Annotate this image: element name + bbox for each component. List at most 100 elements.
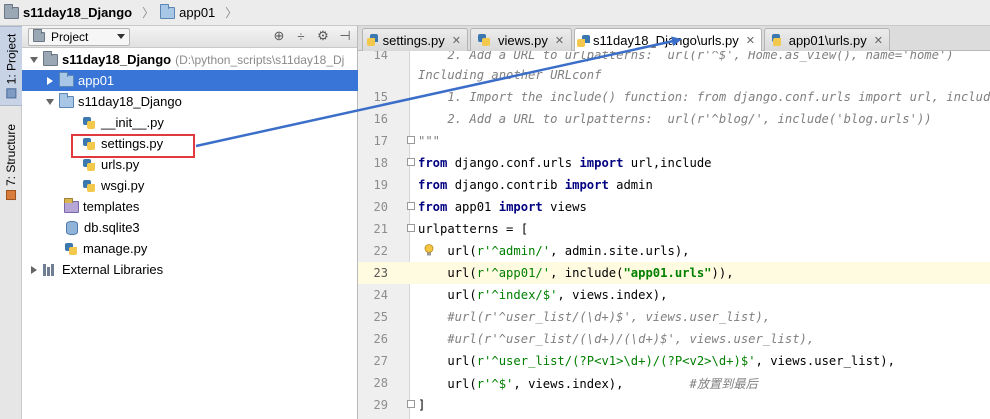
fold-marker-icon[interactable] — [407, 400, 415, 408]
tree-item-label: urls.py — [101, 157, 140, 172]
folder-icon — [160, 3, 176, 19]
tree-item-manage-py[interactable]: manage.py — [22, 238, 358, 259]
hide-panel-icon[interactable]: ⊣ — [337, 28, 353, 44]
line-number: 18 — [373, 156, 388, 170]
close-icon[interactable]: ✕ — [555, 34, 564, 47]
project-view-label: Project — [51, 29, 89, 44]
tab-structure-tool-window[interactable]: 7: Structure — [0, 116, 22, 208]
code-line: 24 url(r'^index/$', views.index), — [358, 284, 990, 306]
line-number: 23 — [373, 266, 388, 280]
code-text: Including another URLconf — [418, 68, 602, 82]
tree-item-wsgi-py[interactable]: wsgi.py — [22, 175, 358, 196]
breadcrumb-separator-icon: 〉 — [225, 6, 238, 20]
close-icon[interactable]: ✕ — [746, 34, 755, 47]
project-icon — [6, 88, 17, 99]
tree-item-project-root[interactable]: s11day18_Django (D:\python_scripts\s11da… — [22, 49, 358, 70]
tree-item-app01[interactable]: app01 — [22, 70, 358, 91]
tree-item-db-sqlite3[interactable]: db.sqlite3 — [22, 217, 358, 238]
line-number: 22 — [373, 244, 388, 258]
tree-item-label: db.sqlite3 — [84, 220, 140, 235]
code-line: 22 url(r'^admin/', admin.site.urls), — [358, 240, 990, 262]
breadcrumb-label: s11day18_Django — [23, 5, 133, 20]
editor-tab-bar: settings.py ✕ views.py ✕ s11day18_Django… — [358, 26, 990, 52]
code-text: #url(r'^user_list/(\d+)/(\d+)$', views.u… — [418, 332, 815, 346]
code-line: Including another URLconf — [358, 64, 990, 86]
tab-label: app01\urls.py — [788, 32, 867, 48]
close-icon[interactable]: ✕ — [452, 34, 461, 47]
collapse-all-icon[interactable]: ÷ — [293, 28, 309, 44]
tree-item-external-libraries[interactable]: External Libraries — [22, 259, 358, 280]
breadcrumb-separator-icon: 〉 — [142, 6, 155, 20]
line-number: 20 — [373, 200, 388, 214]
line-number: 14 — [373, 51, 388, 62]
tree-item-label: manage.py — [83, 241, 148, 256]
code-text: from django.conf.urls import url,include — [418, 156, 712, 170]
tab-label: s11day18_Django\urls.py — [593, 33, 739, 48]
project-folder-icon — [4, 3, 19, 19]
line-number: 15 — [373, 90, 388, 104]
line-number: 28 — [373, 376, 388, 390]
code-editor[interactable]: 14 2. Add a URL to urlpatterns: url(r'^$… — [358, 51, 990, 419]
code-line: 18 from django.conf.urls import url,incl… — [358, 152, 990, 174]
scroll-from-source-icon[interactable]: ⊕ — [271, 28, 287, 44]
python-file-icon — [771, 33, 782, 47]
project-view-selector[interactable]: Project — [28, 27, 130, 46]
expand-arrow-icon[interactable] — [44, 96, 56, 108]
gear-icon[interactable]: ⚙ — [315, 28, 331, 44]
python-file-icon — [64, 242, 78, 256]
tab-project-urls-py[interactable]: s11day18_Django\urls.py ✕ — [574, 28, 762, 52]
line-number: 27 — [373, 354, 388, 368]
code-text: url(r'^index/$', views.index), — [418, 288, 668, 302]
fold-marker-icon[interactable] — [407, 202, 415, 210]
python-file-icon — [82, 116, 96, 130]
tree-item-init-py[interactable]: __init__.py — [22, 112, 358, 133]
expand-arrow-icon[interactable] — [28, 264, 40, 276]
fold-marker-icon[interactable] — [407, 158, 415, 166]
line-number: 24 — [373, 288, 388, 302]
code-text: 2. Add a URL to urlpatterns: url(r'^blog… — [418, 112, 932, 126]
side-tab-label: 7: Structure — [4, 123, 18, 187]
python-file-icon — [82, 158, 96, 172]
folder-icon — [64, 197, 79, 213]
close-icon[interactable]: ✕ — [874, 34, 883, 47]
line-number: 16 — [373, 112, 388, 126]
line-number: 21 — [373, 222, 388, 236]
tab-label: settings.py — [382, 32, 445, 48]
line-number: 29 — [373, 398, 388, 412]
tab-app01-urls-py[interactable]: app01\urls.py ✕ — [764, 28, 890, 51]
folder-icon — [59, 92, 74, 108]
breadcrumb-item-app01[interactable]: app01 — [160, 3, 215, 20]
fold-marker-icon[interactable] — [407, 224, 415, 232]
tree-item-templates[interactable]: templates — [22, 196, 358, 217]
project-folder-icon — [43, 50, 58, 66]
code-line: 19 from django.contrib import admin — [358, 174, 990, 196]
tree-item-label: templates — [83, 199, 140, 214]
code-text: url(r'^user_list/(?P<v1>\d+)/(?P<v2>\d+)… — [418, 354, 895, 368]
tab-settings-py[interactable]: settings.py ✕ — [362, 28, 468, 51]
expand-arrow-icon[interactable] — [44, 75, 56, 87]
code-text: #url(r'^user_list/(\d+)$', views.user_li… — [418, 310, 771, 324]
tree-item-label: s11day18_Django — [62, 52, 172, 67]
project-panel-header: Project ⊕ ÷ ⚙ ⊣ — [22, 26, 357, 48]
line-number: 25 — [373, 310, 388, 324]
tab-project-tool-window[interactable]: 1: Project — [0, 26, 22, 106]
tab-views-py[interactable]: views.py ✕ — [470, 28, 572, 51]
fold-marker-icon[interactable] — [407, 136, 415, 144]
breadcrumb-item-project[interactable]: s11day18_Django — [4, 3, 133, 20]
tool-window-strip: 1: Project 7: Structure — [0, 26, 22, 419]
code-text: 1. Import the include() function: from d… — [418, 90, 990, 104]
code-line: 28 url(r'^$', views.index), #放置到最后 — [358, 372, 990, 394]
line-number: 26 — [373, 332, 388, 346]
python-file-icon — [82, 179, 96, 193]
code-line: 21 urlpatterns = [ — [358, 218, 990, 240]
database-icon — [66, 220, 78, 235]
python-file-icon — [477, 33, 491, 47]
chevron-down-icon — [117, 34, 125, 39]
code-line: 17 """ — [358, 130, 990, 152]
code-text: """ — [418, 134, 441, 148]
tree-item-package[interactable]: s11day18_Django — [22, 91, 358, 112]
code-line-current: 23 url(r'^app01/', include("app01.urls")… — [358, 262, 990, 284]
tab-label: views.py — [498, 32, 548, 48]
code-line: 16 2. Add a URL to urlpatterns: url(r'^b… — [358, 108, 990, 130]
expand-arrow-icon[interactable] — [28, 54, 40, 66]
